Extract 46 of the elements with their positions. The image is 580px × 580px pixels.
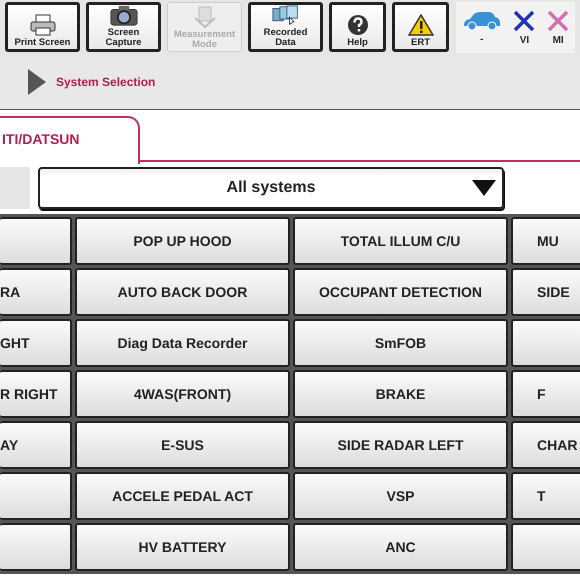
system-button[interactable]: Diag Data Recorder (75, 319, 290, 367)
system-button[interactable] (511, 319, 580, 367)
warning-icon (408, 14, 434, 36)
system-button[interactable]: T (511, 472, 580, 520)
system-button[interactable] (0, 472, 72, 520)
system-button[interactable]: 4WAS(FRONT) (75, 370, 290, 418)
tab[interactable]: ITI/DATSUN (0, 116, 140, 164)
system-button[interactable]: SIDE RADAR LEFT (293, 421, 508, 469)
system-button[interactable]: TOTAL ILLUM C/U (293, 217, 508, 265)
system-button[interactable]: R RIGHT (0, 370, 72, 418)
toolbar-button[interactable]: Print Screen (5, 2, 80, 52)
status-label: VI (520, 36, 530, 46)
side-panel (0, 167, 30, 209)
system-button[interactable]: HV BATTERY (75, 523, 290, 571)
system-button[interactable]: ACCELE PEDAL ACT (75, 472, 290, 520)
camera-icon (108, 5, 140, 26)
system-button[interactable] (511, 523, 580, 571)
triangle-icon (28, 69, 46, 95)
toolbar-button[interactable]: Recorded Data (248, 2, 323, 52)
system-button[interactable]: BRAKE (293, 370, 508, 418)
system-button[interactable] (0, 217, 72, 265)
system-button[interactable]: AY (0, 421, 72, 469)
system-button[interactable]: CHAR (511, 421, 580, 469)
breadcrumb-label: System Selection (56, 74, 156, 91)
system-button[interactable]: ANC (293, 523, 508, 571)
system-button[interactable]: SIDE (511, 268, 580, 316)
system-button[interactable]: MU (511, 217, 580, 265)
system-button[interactable]: F (511, 370, 580, 418)
system-button[interactable]: POP UP HOOD (75, 217, 290, 265)
status-label: MI (552, 36, 564, 46)
system-button[interactable]: SmFOB (293, 319, 508, 367)
system-button[interactable]: RA (0, 268, 72, 316)
help-icon (346, 14, 368, 36)
toolbar-button[interactable]: Help (329, 2, 386, 52)
system-button[interactable]: GHT (0, 319, 72, 367)
status-label: - (480, 34, 484, 44)
caret-icon (472, 178, 496, 198)
system-button[interactable]: OCCUPANT DETECTION (293, 268, 508, 316)
system-button[interactable]: E-SUS (75, 421, 290, 469)
toolbar-button[interactable]: Screen Capture (86, 2, 161, 52)
printer-icon (28, 14, 56, 36)
system-dropdown[interactable]: All systems (38, 167, 504, 209)
system-button[interactable] (0, 523, 72, 571)
toolbar-button[interactable]: ERT (392, 2, 449, 52)
system-button[interactable]: VSP (293, 472, 508, 520)
system-button[interactable]: AUTO BACK DOOR (75, 268, 290, 316)
